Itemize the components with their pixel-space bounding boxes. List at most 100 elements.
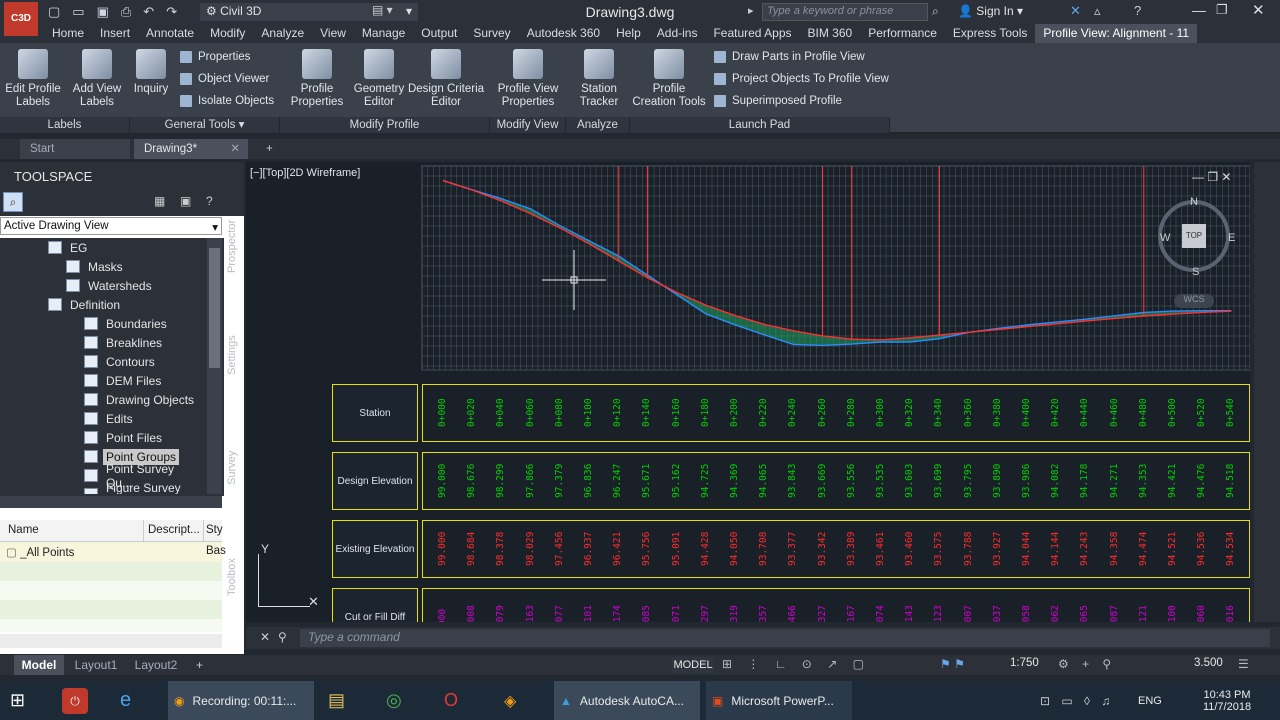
close-command-icon[interactable]: ✕: [260, 630, 270, 644]
restore-icon[interactable]: ❐: [1216, 2, 1228, 18]
design-criteria-editor-button[interactable]: Design Criteria Editor: [406, 43, 486, 109]
toggle-icon[interactable]: ▦: [154, 194, 165, 208]
tab-profile-view-alignment-11[interactable]: Profile View: Alignment - 11: [1035, 24, 1198, 43]
folder-icon[interactable]: ▤: [328, 681, 358, 720]
compass-e[interactable]: E: [1228, 232, 1235, 244]
task-powerpoint[interactable]: ▣ Microsoft PowerP...: [706, 681, 852, 720]
tree-item[interactable]: Contours: [0, 352, 206, 371]
station-tracker-button[interactable]: Station Tracker: [568, 43, 630, 109]
active-drawing-view-select[interactable]: Active Drawing View ▾: [0, 217, 222, 235]
list-item[interactable]: ▢ _All Points Bas: [0, 542, 226, 562]
model-space-button[interactable]: MODEL: [672, 657, 714, 673]
tray-icons[interactable]: ⊡ ▭ ◊ ♫: [1040, 681, 1114, 720]
sign-in-button[interactable]: 👤 Sign In ▾: [958, 4, 1023, 18]
tree-item[interactable]: Drawing Objects: [0, 390, 206, 409]
tree-item[interactable]: Point Files: [0, 428, 206, 447]
side-tab-settings[interactable]: Settings: [226, 330, 242, 380]
compass-n[interactable]: N: [1190, 196, 1198, 208]
tab-help[interactable]: Help: [608, 24, 649, 43]
status-toggles[interactable]: ⊞ ⋮ ∟ ⊙ ↗ ▢: [722, 657, 870, 671]
power-icon[interactable]: ⏻: [62, 681, 90, 720]
tab-model[interactable]: Model: [14, 655, 64, 675]
tab-bim-360[interactable]: BIM 360: [800, 24, 861, 43]
tab-layout2[interactable]: Layout2: [128, 655, 184, 675]
side-tab-toolbox[interactable]: Toolbox: [226, 554, 242, 600]
opera-icon[interactable]: O: [444, 681, 474, 720]
object-viewer-button[interactable]: Object Viewer: [180, 73, 269, 85]
side-tab-survey[interactable]: Survey: [226, 448, 242, 488]
add-layout-icon[interactable]: +: [196, 655, 203, 675]
tab-add-ins[interactable]: Add-ins: [649, 24, 706, 43]
tab-analyze[interactable]: Analyze: [253, 24, 312, 43]
exchange-icon[interactable]: ✕: [1070, 3, 1081, 19]
tree-hscrollbar[interactable]: [0, 496, 222, 508]
compass-w[interactable]: W: [1160, 232, 1170, 244]
superimposed-profile-button[interactable]: Superimposed Profile: [714, 95, 842, 107]
new-tab-icon[interactable]: +: [256, 139, 280, 159]
task-recording[interactable]: ◉ Recording: 00:11:...: [168, 681, 314, 720]
col-description[interactable]: Descript...: [144, 520, 204, 541]
wcs-menu[interactable]: WCS: [1174, 294, 1214, 308]
viewcube[interactable]: TOP N S W E: [1158, 196, 1235, 278]
share-icon[interactable]: ▤ ▾: [372, 3, 412, 17]
new-icon[interactable]: ▢: [42, 4, 66, 20]
redo-icon[interactable]: ↷: [160, 4, 183, 20]
profile-view-properties-button[interactable]: Profile View Properties: [494, 43, 562, 109]
command-input[interactable]: Type a command: [300, 629, 1270, 647]
help-icon[interactable]: ?: [1134, 3, 1141, 18]
inquiry-button[interactable]: Inquiry: [128, 43, 174, 96]
save-icon[interactable]: ▣: [91, 4, 115, 20]
list-hscrollbar[interactable]: [0, 634, 222, 648]
tab-view[interactable]: View: [312, 24, 354, 43]
drawing-viewport[interactable]: [−][Top][2D Wireframe] Station Design El…: [246, 162, 1250, 622]
chevron-right-icon[interactable]: ▸: [748, 4, 754, 17]
annotation-icon[interactable]: ⚑ ⚑: [940, 657, 965, 671]
tab-drawing3[interactable]: Drawing3* ✕: [134, 139, 248, 159]
undo-icon[interactable]: ↶: [137, 4, 160, 20]
tree-item[interactable]: Definition: [0, 295, 206, 314]
windows-start-icon[interactable]: ⊞: [10, 681, 38, 720]
annotation-scale[interactable]: 1:750: [1010, 657, 1039, 669]
isolate-objects-button[interactable]: Isolate Objects: [180, 95, 274, 107]
close-icon[interactable]: ✕: [1252, 1, 1265, 19]
close-tab-icon[interactable]: ✕: [230, 139, 240, 159]
viewcube-top[interactable]: TOP: [1182, 224, 1206, 248]
tab-featured-apps[interactable]: Featured Apps: [705, 24, 799, 43]
tree-item[interactable]: EG: [0, 238, 206, 257]
tab-home[interactable]: Home: [44, 24, 92, 43]
draw-parts-button[interactable]: Draw Parts in Profile View: [714, 51, 865, 63]
tab-insert[interactable]: Insert: [92, 24, 138, 43]
status-value[interactable]: 3.500: [1194, 657, 1223, 669]
chrome-icon[interactable]: ◎: [386, 681, 416, 720]
minimize-icon[interactable]: —: [1192, 2, 1206, 18]
project-objects-button[interactable]: Project Objects To Profile View: [714, 73, 889, 85]
col-name[interactable]: Name: [0, 520, 144, 541]
tab-express-tools[interactable]: Express Tools: [945, 24, 1035, 43]
properties-button[interactable]: Properties: [180, 51, 250, 63]
profile-creation-tools-button[interactable]: Profile Creation Tools: [632, 43, 706, 109]
tree-item[interactable]: Figure Survey Q...: [0, 481, 206, 494]
recorder-icon[interactable]: ◈: [504, 681, 534, 720]
menu-icon[interactable]: ☰: [1238, 657, 1249, 671]
print-icon[interactable]: ⎙: [115, 4, 137, 20]
tree-item[interactable]: Boundaries: [0, 314, 206, 333]
help-icon[interactable]: ?: [206, 194, 213, 208]
tree-item[interactable]: Watersheds: [0, 276, 206, 295]
ie-icon[interactable]: e: [120, 681, 148, 720]
geometry-editor-button[interactable]: Geometry Editor: [352, 43, 406, 109]
status-tools[interactable]: ⚙ + ⚲: [1058, 657, 1116, 671]
group-general-tools[interactable]: General Tools ▾: [130, 117, 280, 133]
tree-item[interactable]: DEM Files: [0, 371, 206, 390]
tree-scrollbar[interactable]: [207, 238, 222, 494]
preview-icon[interactable]: ▣: [180, 194, 191, 208]
tab-layout1[interactable]: Layout1: [68, 655, 124, 675]
clock[interactable]: 10:43 PM 11/7/2018: [1198, 681, 1256, 720]
tab-start[interactable]: Start: [20, 139, 130, 159]
add-view-labels-button[interactable]: Add View Labels: [66, 43, 128, 109]
col-style[interactable]: Sty: [204, 520, 223, 541]
tree-item[interactable]: Edits: [0, 409, 206, 428]
search-input[interactable]: Type a keyword or phrase: [762, 3, 928, 21]
tab-survey[interactable]: Survey: [465, 24, 518, 43]
side-tab-prospector[interactable]: Prospector: [226, 216, 242, 276]
edit-profile-labels-button[interactable]: Edit Profile Labels: [2, 43, 64, 109]
